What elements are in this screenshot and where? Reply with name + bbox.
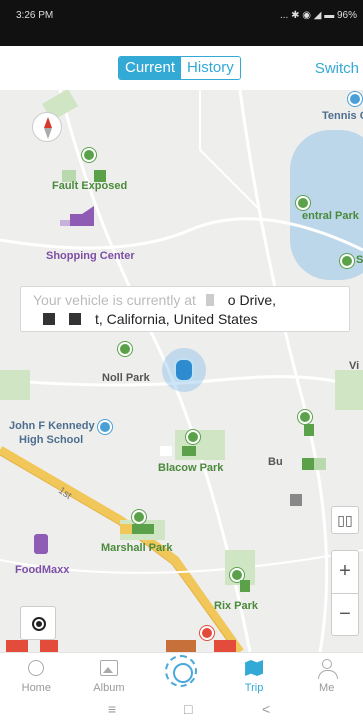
status-time: 3:26 PM (16, 10, 54, 21)
map-view[interactable]: Tennis C Fault Exposed entral Park Shopp… (0, 90, 363, 652)
redacted-block (43, 313, 55, 325)
zoom-out-button[interactable]: − (332, 594, 358, 637)
locate-button[interactable] (20, 606, 56, 640)
park-pin-icon (340, 254, 354, 268)
poi-label-marshall-park: Marshall Park (101, 542, 173, 554)
park-pin-icon (298, 410, 312, 424)
road-minor (58, 90, 252, 652)
tab-home[interactable]: Home (0, 653, 73, 698)
poi-label-tennis: Tennis C (322, 110, 363, 122)
poi-label-noll-park: Noll Park (102, 372, 150, 384)
switch-button[interactable]: Switch (315, 60, 359, 77)
home-icon (24, 657, 48, 679)
tab-label: Album (93, 682, 125, 694)
park-pin-icon (132, 510, 146, 524)
foodmaxx-icon (34, 534, 48, 554)
callout-address-line1: o Drive, (227, 292, 277, 308)
redacted-block (240, 580, 250, 592)
redacted-block (214, 640, 236, 652)
redacted-block (132, 524, 154, 534)
park-pin-icon (82, 148, 96, 162)
system-nav-bar: ≡ □ < (0, 698, 363, 722)
trip-icon (242, 657, 266, 679)
redacted-block (290, 494, 302, 506)
redacted-block (120, 524, 132, 534)
home-nav-icon[interactable]: □ (184, 701, 192, 717)
poi-label-central-park: entral Park (302, 210, 359, 222)
poi-label-jfk-line2: High School (19, 434, 84, 446)
map-layers-button[interactable]: ▯▯ (331, 506, 359, 534)
view-mode-toggle: Current History (118, 56, 241, 80)
redacted-block (60, 220, 70, 226)
poi-label-bu: Bu (268, 456, 283, 468)
poi-label-shopping-center: Shopping Center (46, 250, 135, 262)
back-icon[interactable]: < (262, 701, 270, 717)
poi-label-blacow-park: Blacow Park (158, 462, 224, 474)
park-pin-icon (118, 342, 132, 356)
poi-label-rix-park: Rix Park (214, 600, 259, 612)
redacted-block (40, 640, 58, 652)
status-bar: 3:26 PM ... ✱ ◉ ◢ ▬ 96% (0, 0, 363, 46)
road-minor (199, 90, 261, 211)
record-icon (165, 655, 198, 687)
album-icon (97, 657, 121, 679)
redacted-block (205, 294, 214, 306)
tab-label: Home (21, 682, 51, 694)
park-pin-icon (186, 430, 200, 444)
locate-icon (32, 617, 46, 631)
tab-history[interactable]: History (181, 57, 240, 79)
school-pin-icon (98, 420, 112, 434)
redacted-block (304, 424, 314, 436)
tab-trip[interactable]: Trip (218, 653, 291, 698)
tab-current[interactable]: Current (119, 57, 182, 79)
redacted-block (160, 446, 172, 456)
poi-label-vi: Vi (349, 360, 360, 372)
tab-label: Trip (244, 682, 264, 694)
poi-label-foodmaxx: FoodMaxx (15, 564, 70, 576)
callout-address-line2: t, California, United States (95, 311, 258, 327)
me-icon (315, 657, 339, 679)
redacted-block (6, 640, 28, 652)
tab-me[interactable]: Me (290, 653, 363, 698)
tab-record[interactable] (145, 653, 218, 698)
poi-label-jfk-line1: John F Kennedy (9, 420, 95, 432)
zoom-controls: + − (331, 550, 359, 636)
zoom-in-button[interactable]: + (332, 551, 358, 594)
redacted-block (69, 313, 81, 325)
park-area (335, 370, 363, 410)
redacted-block (314, 458, 326, 470)
compass-icon[interactable] (32, 112, 62, 142)
menu-icon[interactable]: ≡ (108, 701, 116, 717)
redacted-block (182, 446, 196, 456)
tab-album[interactable]: Album (73, 653, 146, 698)
redacted-block (166, 640, 196, 652)
callout-prefix: Your vehicle is currently at (33, 292, 196, 308)
vehicle-address-callout: Your vehicle is currently at o Drive, t,… (20, 286, 350, 332)
poi-label-s-edge: S (356, 254, 363, 266)
bottom-tab-bar: Home Album Trip Me (0, 652, 363, 698)
tab-label: Me (319, 682, 335, 694)
poi-pin-icon (348, 92, 362, 106)
poi-pin-icon (200, 626, 214, 640)
status-icons: ... ✱ ◉ ◢ ▬ 96% (279, 10, 357, 21)
redacted-block (302, 458, 314, 470)
vehicle-marker-icon[interactable] (174, 358, 194, 382)
header: Current History Switch (0, 46, 363, 90)
poi-label-fault-exposed: Fault Exposed (52, 180, 128, 192)
park-area (0, 370, 30, 400)
park-pin-icon (296, 196, 310, 210)
